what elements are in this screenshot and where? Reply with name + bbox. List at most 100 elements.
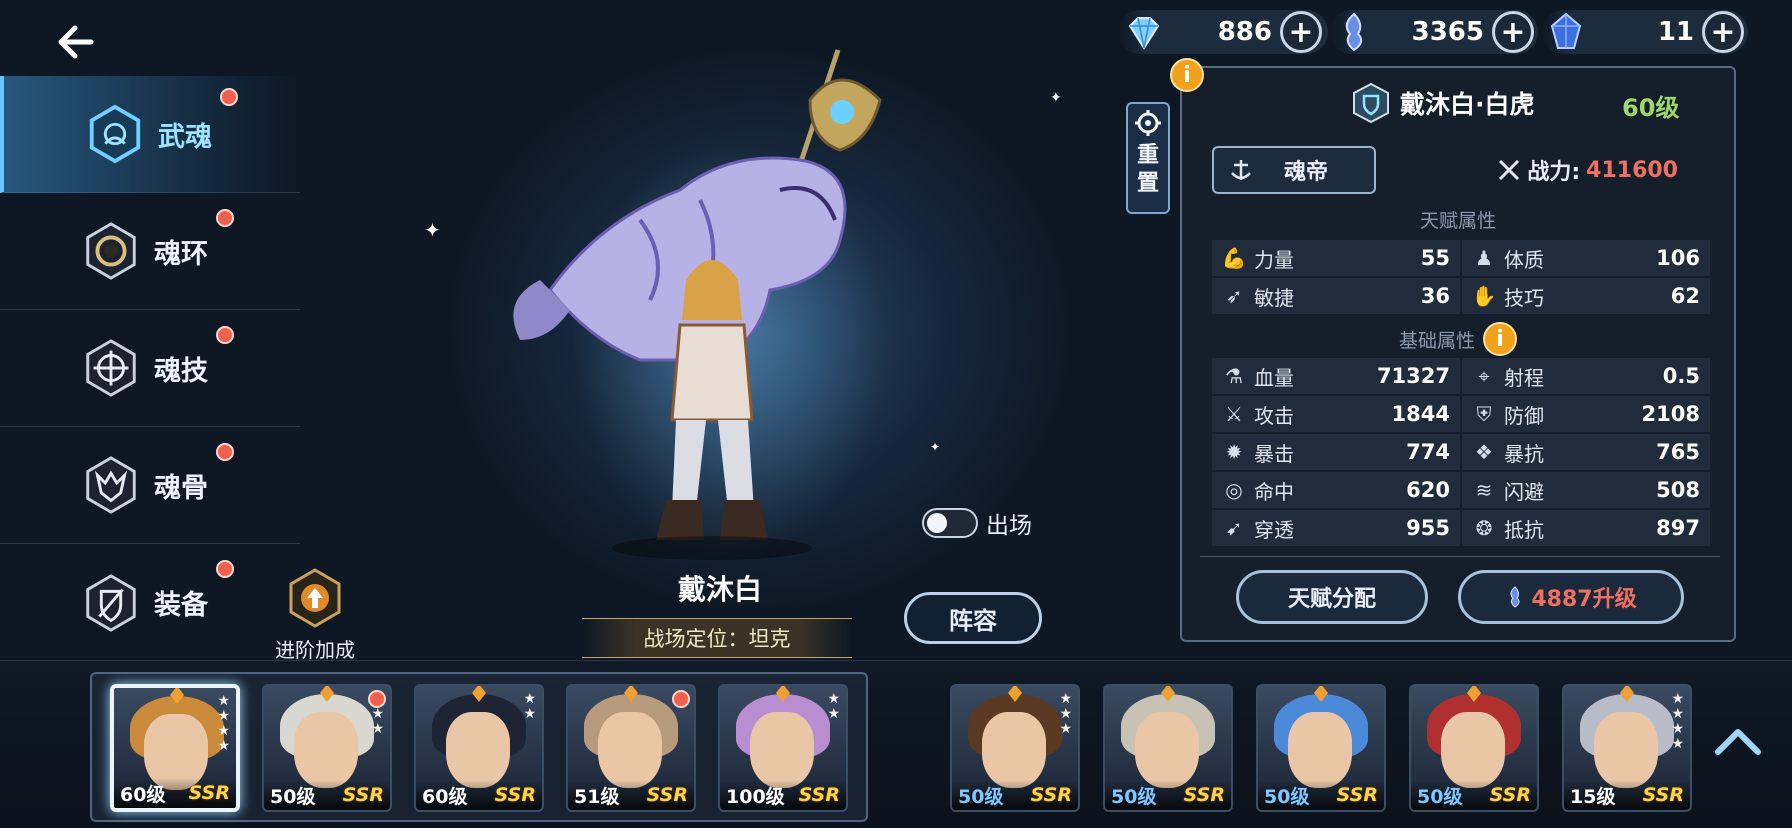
talent-assign-button[interactable]: 天赋分配 bbox=[1236, 570, 1428, 624]
skill-icon: ✋ bbox=[1471, 284, 1497, 308]
hero-level: 50级 bbox=[958, 785, 1004, 808]
star-rating: ★★★ bbox=[1059, 692, 1072, 736]
hero-card[interactable]: 50级 SSR bbox=[1409, 684, 1539, 812]
card-footer: 60级 SSR bbox=[416, 780, 542, 810]
hero-card[interactable]: 50级 SSR bbox=[1256, 684, 1386, 812]
stat-agility: ➶ 敏捷 36 bbox=[1212, 278, 1460, 314]
stat-attack: ⚔ 攻击 1844 bbox=[1212, 396, 1460, 432]
currency-value: 886 bbox=[1217, 17, 1272, 47]
character-name: 戴沐白 bbox=[677, 573, 762, 606]
card-footer: 50级 SSR bbox=[1411, 780, 1537, 810]
info-icon[interactable]: i bbox=[1170, 58, 1204, 92]
diamond-icon bbox=[1128, 17, 1160, 50]
hero-card[interactable]: ★ ★ ★ ★ 15级 SSR bbox=[1562, 684, 1692, 812]
star-icon: ★ bbox=[371, 721, 384, 737]
add-diamond-button[interactable]: + bbox=[1280, 11, 1322, 53]
soul-bone-icon bbox=[80, 454, 142, 516]
stat-resist: ❂ 抵抗 897 bbox=[1462, 510, 1710, 546]
stat-value: 508 bbox=[1656, 478, 1700, 502]
add-crystal-button[interactable]: + bbox=[1702, 11, 1744, 53]
rarity-badge: SSR bbox=[1336, 784, 1378, 806]
nav-item-soul-ring[interactable]: 魂环 bbox=[0, 193, 300, 310]
crit-resist-icon: ❖ bbox=[1475, 440, 1493, 464]
hero-card[interactable]: ★★★ 50级 SSR bbox=[950, 684, 1080, 812]
base-row: ⚗ 血量 71327 ⌖ 射程 0.5 bbox=[1212, 358, 1712, 394]
star-icon: ★ bbox=[1671, 706, 1684, 722]
hero-card[interactable]: ★★★50级SSR bbox=[262, 684, 392, 812]
crit-icon: ✹ bbox=[1225, 440, 1243, 464]
info-icon[interactable]: i bbox=[1483, 322, 1517, 356]
battle-role-banner: 战场定位：坦克 bbox=[582, 618, 852, 658]
hero-card[interactable]: ★ ★ 100级 SSR bbox=[718, 684, 848, 812]
hero-level: 50级 bbox=[1417, 785, 1463, 808]
hero-card[interactable]: ★ ★ 60级 SSR bbox=[414, 684, 544, 812]
hero-card[interactable]: ★ ★ ★ ★ 60级 SSR bbox=[110, 684, 240, 812]
hero-face bbox=[982, 712, 1046, 788]
penetrate-icon: ➹ bbox=[1225, 516, 1243, 540]
stat-name: 防御 bbox=[1504, 403, 1544, 428]
stat-value: 620 bbox=[1406, 478, 1450, 502]
stat-value: 36 bbox=[1420, 284, 1450, 308]
rarity-badge: SSR bbox=[1183, 784, 1225, 806]
currency-value: 11 bbox=[1657, 17, 1694, 47]
star-icon: ★ bbox=[827, 691, 840, 707]
soul-title-button[interactable]: 魂帝 bbox=[1212, 146, 1376, 194]
hero-level: 100级 bbox=[726, 785, 785, 808]
hero-card[interactable]: 50级 SSR bbox=[1103, 684, 1233, 812]
divider bbox=[1200, 556, 1720, 557]
stat-name: 暴击 bbox=[1254, 441, 1294, 466]
upgrade-label: 4887升级 bbox=[1531, 587, 1637, 612]
hero-face bbox=[1594, 712, 1658, 788]
add-soul-coin-button[interactable]: + bbox=[1492, 11, 1534, 53]
star-rating: ★ ★ ★ ★ bbox=[1671, 692, 1684, 751]
strength-icon: 💪 bbox=[1221, 246, 1247, 270]
notification-dot bbox=[216, 209, 234, 227]
defense-icon: ⛨ bbox=[1476, 402, 1492, 426]
stat-name: 穿透 bbox=[1254, 517, 1294, 542]
stat-strength: 💪 力量 55 bbox=[1212, 240, 1460, 276]
rarity-badge: SSR bbox=[342, 784, 384, 806]
nav-item-equipment[interactable]: 装备 bbox=[0, 544, 300, 661]
hero-face bbox=[1288, 712, 1352, 788]
star-rating: ★ ★ bbox=[523, 692, 536, 721]
soul-coin-icon bbox=[1345, 12, 1363, 52]
agility-icon: ➶ bbox=[1225, 284, 1243, 308]
hero-name: 戴沐白·白虎 bbox=[1400, 90, 1535, 119]
rarity-badge: SSR bbox=[1030, 784, 1072, 806]
soul-ring-icon bbox=[80, 220, 142, 282]
nav-item-wuhun[interactable]: 武魂 bbox=[0, 76, 300, 193]
hero-card[interactable]: ★51级SSR bbox=[566, 684, 696, 812]
stat-constitution: ♟ 体质 106 bbox=[1462, 240, 1710, 276]
notification-dot bbox=[216, 326, 234, 344]
stat-value: 897 bbox=[1656, 516, 1700, 540]
stat-defense: ⛨ 防御 2108 bbox=[1462, 396, 1710, 432]
character-model bbox=[513, 49, 882, 560]
advance-bonus-label: 进阶加成 bbox=[275, 638, 355, 662]
hero-level: 50级 bbox=[1111, 785, 1157, 808]
soul-coin-icon bbox=[1510, 586, 1520, 608]
nav-item-soul-skill[interactable]: 魂技 bbox=[0, 310, 300, 427]
stat-name: 攻击 bbox=[1254, 403, 1294, 428]
expand-up-icon[interactable] bbox=[1714, 726, 1762, 756]
stat-penetrate: ➹ 穿透 955 bbox=[1212, 510, 1460, 546]
hero-level: 60级 bbox=[422, 785, 468, 808]
hero-header: 戴沐白·白虎 bbox=[1350, 82, 1535, 124]
power-label: 战力: bbox=[1527, 160, 1581, 185]
deploy-switch[interactable] bbox=[922, 508, 978, 538]
lineup-button[interactable]: 阵容 bbox=[904, 592, 1042, 644]
currency-value: 3365 bbox=[1411, 17, 1484, 47]
gear-icon bbox=[1135, 110, 1161, 136]
arrow-left-icon bbox=[58, 25, 94, 59]
star-icon: ★ bbox=[217, 738, 230, 754]
advance-bonus-button[interactable]: 进阶加成 bbox=[270, 566, 360, 663]
stat-value: 106 bbox=[1656, 246, 1700, 270]
nav-item-soul-bone[interactable]: 魂骨 bbox=[0, 427, 300, 544]
stat-panel: i 戴沐白·白虎 60级 魂帝 战力: 411600 天赋属性 💪 力量 55 ♟ 体… bbox=[1170, 58, 1736, 642]
stat-accuracy: ◎ 命中 620 bbox=[1212, 472, 1460, 508]
upgrade-button[interactable]: 4887升级 bbox=[1458, 570, 1684, 624]
combat-power: 战力: 411600 bbox=[1497, 154, 1678, 186]
back-button[interactable] bbox=[50, 20, 100, 64]
reset-button[interactable]: 重 置 bbox=[1126, 102, 1170, 214]
stat-name: 闪避 bbox=[1504, 479, 1544, 504]
deploy-toggle[interactable]: 出场 bbox=[922, 506, 1032, 540]
